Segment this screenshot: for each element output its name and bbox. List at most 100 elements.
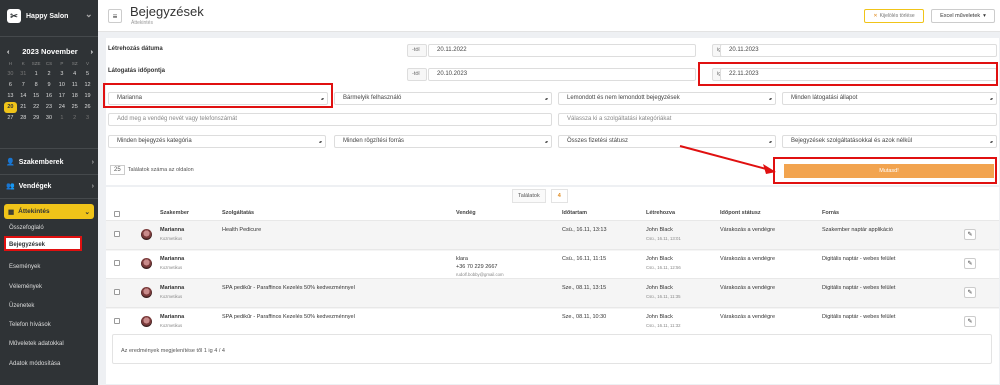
calendar-day[interactable]: 18 [68, 91, 81, 102]
specialist-name[interactable]: Marianna [160, 314, 184, 320]
calendar-day-name: H [8, 61, 13, 66]
payment-select[interactable]: Összes fizetési státusz [558, 135, 776, 148]
calendar-day[interactable]: 22 [30, 102, 43, 113]
edit-icon[interactable]: ✎ [964, 287, 976, 298]
nav-guests[interactable]: 👥 Vendégek › [6, 182, 94, 191]
sub-item-messages[interactable]: Üzenetek [9, 303, 34, 309]
calendar-day[interactable]: 3 [55, 69, 68, 80]
specialist-name[interactable]: Marianna [160, 285, 184, 291]
source-select[interactable]: Minden rögzítési forrás [334, 135, 552, 148]
calendar-day[interactable]: 25 [68, 102, 81, 113]
calendar-day[interactable]: 15 [30, 91, 43, 102]
sub-item-summary[interactable]: Összefoglaló [9, 225, 44, 231]
col-service[interactable]: Szolgáltatás [222, 210, 254, 216]
service-category-input[interactable]: Válassza ki a szolgáltatási kategóriákat [558, 113, 997, 126]
visit-status-select[interactable]: Minden látogatási állapot [782, 92, 997, 105]
edit-icon[interactable]: ✎ [964, 229, 976, 240]
table-row[interactable]: Marianna Kozmetikus klara +36 70 229 2667 ru… [106, 249, 999, 280]
col-guest[interactable]: Vendég [456, 210, 476, 216]
calendar-day[interactable]: 8 [30, 80, 43, 91]
calendar-day[interactable]: 3 [81, 113, 94, 124]
col-source[interactable]: Forrás [822, 210, 839, 216]
calendar-day[interactable]: 2 [68, 113, 81, 124]
calendar-day[interactable]: 26 [81, 102, 94, 113]
specialist-name[interactable]: Marianna [160, 227, 184, 233]
select-all-checkbox[interactable] [114, 211, 120, 217]
sub-item-reviews[interactable]: Vélemények [9, 284, 42, 290]
brand[interactable]: ✂ Happy Salon ⌄ [7, 9, 93, 23]
calendar-day[interactable]: 11 [68, 80, 81, 91]
calendar-day[interactable]: 29 [30, 113, 43, 124]
table-row[interactable]: Marianna Kozmetikus Health Pedicure Csü., 1… [106, 220, 999, 251]
calendar-day[interactable]: 17 [55, 91, 68, 102]
created-time: Csü., 16.11, 11:32 [646, 323, 681, 328]
created-from-input[interactable]: 20.11.2022 [428, 44, 696, 57]
table-row[interactable]: Marianna Kozmetikus SPA pedikűr - Paraffin… [106, 278, 999, 309]
chevron-down-icon[interactable]: ⌄ [85, 9, 93, 20]
calendar-day[interactable]: 21 [17, 102, 30, 113]
calendar-day[interactable]: 2 [43, 69, 56, 80]
service-name: Health Pedicure [222, 227, 262, 233]
calendar-day[interactable]: 6 [4, 80, 17, 91]
excel-actions-dropdown[interactable]: Excel műveletek ▾ [931, 9, 995, 23]
sub-item-data-actions[interactable]: Műveletek adatokkal [9, 341, 64, 347]
sub-item-events[interactable]: Események [9, 264, 40, 270]
calendar-day[interactable]: 31 [17, 69, 30, 80]
calendar-day[interactable]: 4 [68, 69, 81, 80]
results-panel: Találatok 4 Szakember Szolgáltatás Vendé… [106, 187, 999, 384]
row-checkbox[interactable] [114, 231, 120, 237]
sub-item-data-edit[interactable]: Adatok módosítása [9, 361, 60, 367]
calendar-day[interactable]: 28 [17, 113, 30, 124]
calendar-day[interactable]: 5 [81, 69, 94, 80]
calendar-day[interactable]: 1 [55, 113, 68, 124]
row-checkbox[interactable] [114, 289, 120, 295]
calendar-day[interactable]: 10 [55, 80, 68, 91]
calendar-day[interactable]: 24 [55, 102, 68, 113]
calendar-day-selected[interactable]: 20 [4, 102, 17, 113]
next-month-button[interactable]: › [90, 47, 93, 56]
created-date-label: Létrehozás dátuma [108, 46, 163, 52]
cancelled-select[interactable]: Lemondott és nem lemondott bejegyzések [558, 92, 776, 105]
per-page-select[interactable]: 25 [110, 165, 125, 175]
chevron-right-icon: › [91, 158, 94, 166]
sub-item-calls[interactable]: Telefon hívások [9, 322, 51, 328]
edit-icon[interactable]: ✎ [964, 258, 976, 269]
services-filter-select[interactable]: Bejegyzések szolgáltatásokkal és azok né… [782, 135, 997, 148]
clear-filters-button[interactable]: ✕ Kijelölés törlése [864, 9, 924, 23]
calendar-day[interactable]: 23 [43, 102, 56, 113]
guest-search-input[interactable]: Add meg a vendég nevét vagy telefonszámá… [108, 113, 552, 126]
created-to-input[interactable]: 20.11.2023 [720, 44, 997, 57]
sub-item-entries[interactable]: Bejegyzések [4, 236, 82, 251]
calendar-day[interactable]: 30 [43, 113, 56, 124]
visit-from-input[interactable]: 20.10.2023 [428, 68, 696, 81]
row-checkbox[interactable] [114, 260, 120, 266]
calendar-day[interactable]: 1 [30, 69, 43, 80]
calendar-day-name: V [86, 61, 90, 66]
row-checkbox[interactable] [114, 318, 120, 324]
guest-name[interactable]: klara [456, 256, 468, 262]
entry-category-select[interactable]: Minden bejegyzés kategória [108, 135, 326, 148]
calendar-day[interactable]: 7 [17, 80, 30, 91]
close-icon: ✕ [873, 13, 878, 19]
calendar-day[interactable]: 13 [4, 91, 17, 102]
calendar-day[interactable]: 19 [81, 91, 94, 102]
nav-overview[interactable]: ▦ Áttekintés ⌄ [4, 204, 94, 219]
calendar-day[interactable]: 9 [43, 80, 56, 91]
user-select[interactable]: Bármelyik felhasználó [334, 92, 552, 105]
calendar-day[interactable]: 16 [43, 91, 56, 102]
calendar-day[interactable]: 30 [4, 69, 17, 80]
calendar-day[interactable]: 14 [17, 91, 30, 102]
nav-specialists[interactable]: 👤 Szakemberek › [6, 158, 94, 167]
col-duration[interactable]: Időtartam [562, 210, 587, 216]
edit-icon[interactable]: ✎ [964, 316, 976, 327]
col-specialist[interactable]: Szakember [160, 210, 189, 216]
specialist-name[interactable]: Marianna [160, 256, 184, 262]
calendar-day[interactable]: 27 [4, 113, 17, 124]
col-status[interactable]: Időpont státusz [720, 210, 761, 216]
calendar-day[interactable]: 12 [81, 80, 94, 91]
avatar [141, 229, 152, 240]
hamburger-icon[interactable]: ≡ [108, 9, 122, 23]
col-created[interactable]: Létrehozva [646, 210, 675, 216]
prev-month-button[interactable]: ‹ [7, 47, 10, 56]
divider [0, 148, 98, 149]
